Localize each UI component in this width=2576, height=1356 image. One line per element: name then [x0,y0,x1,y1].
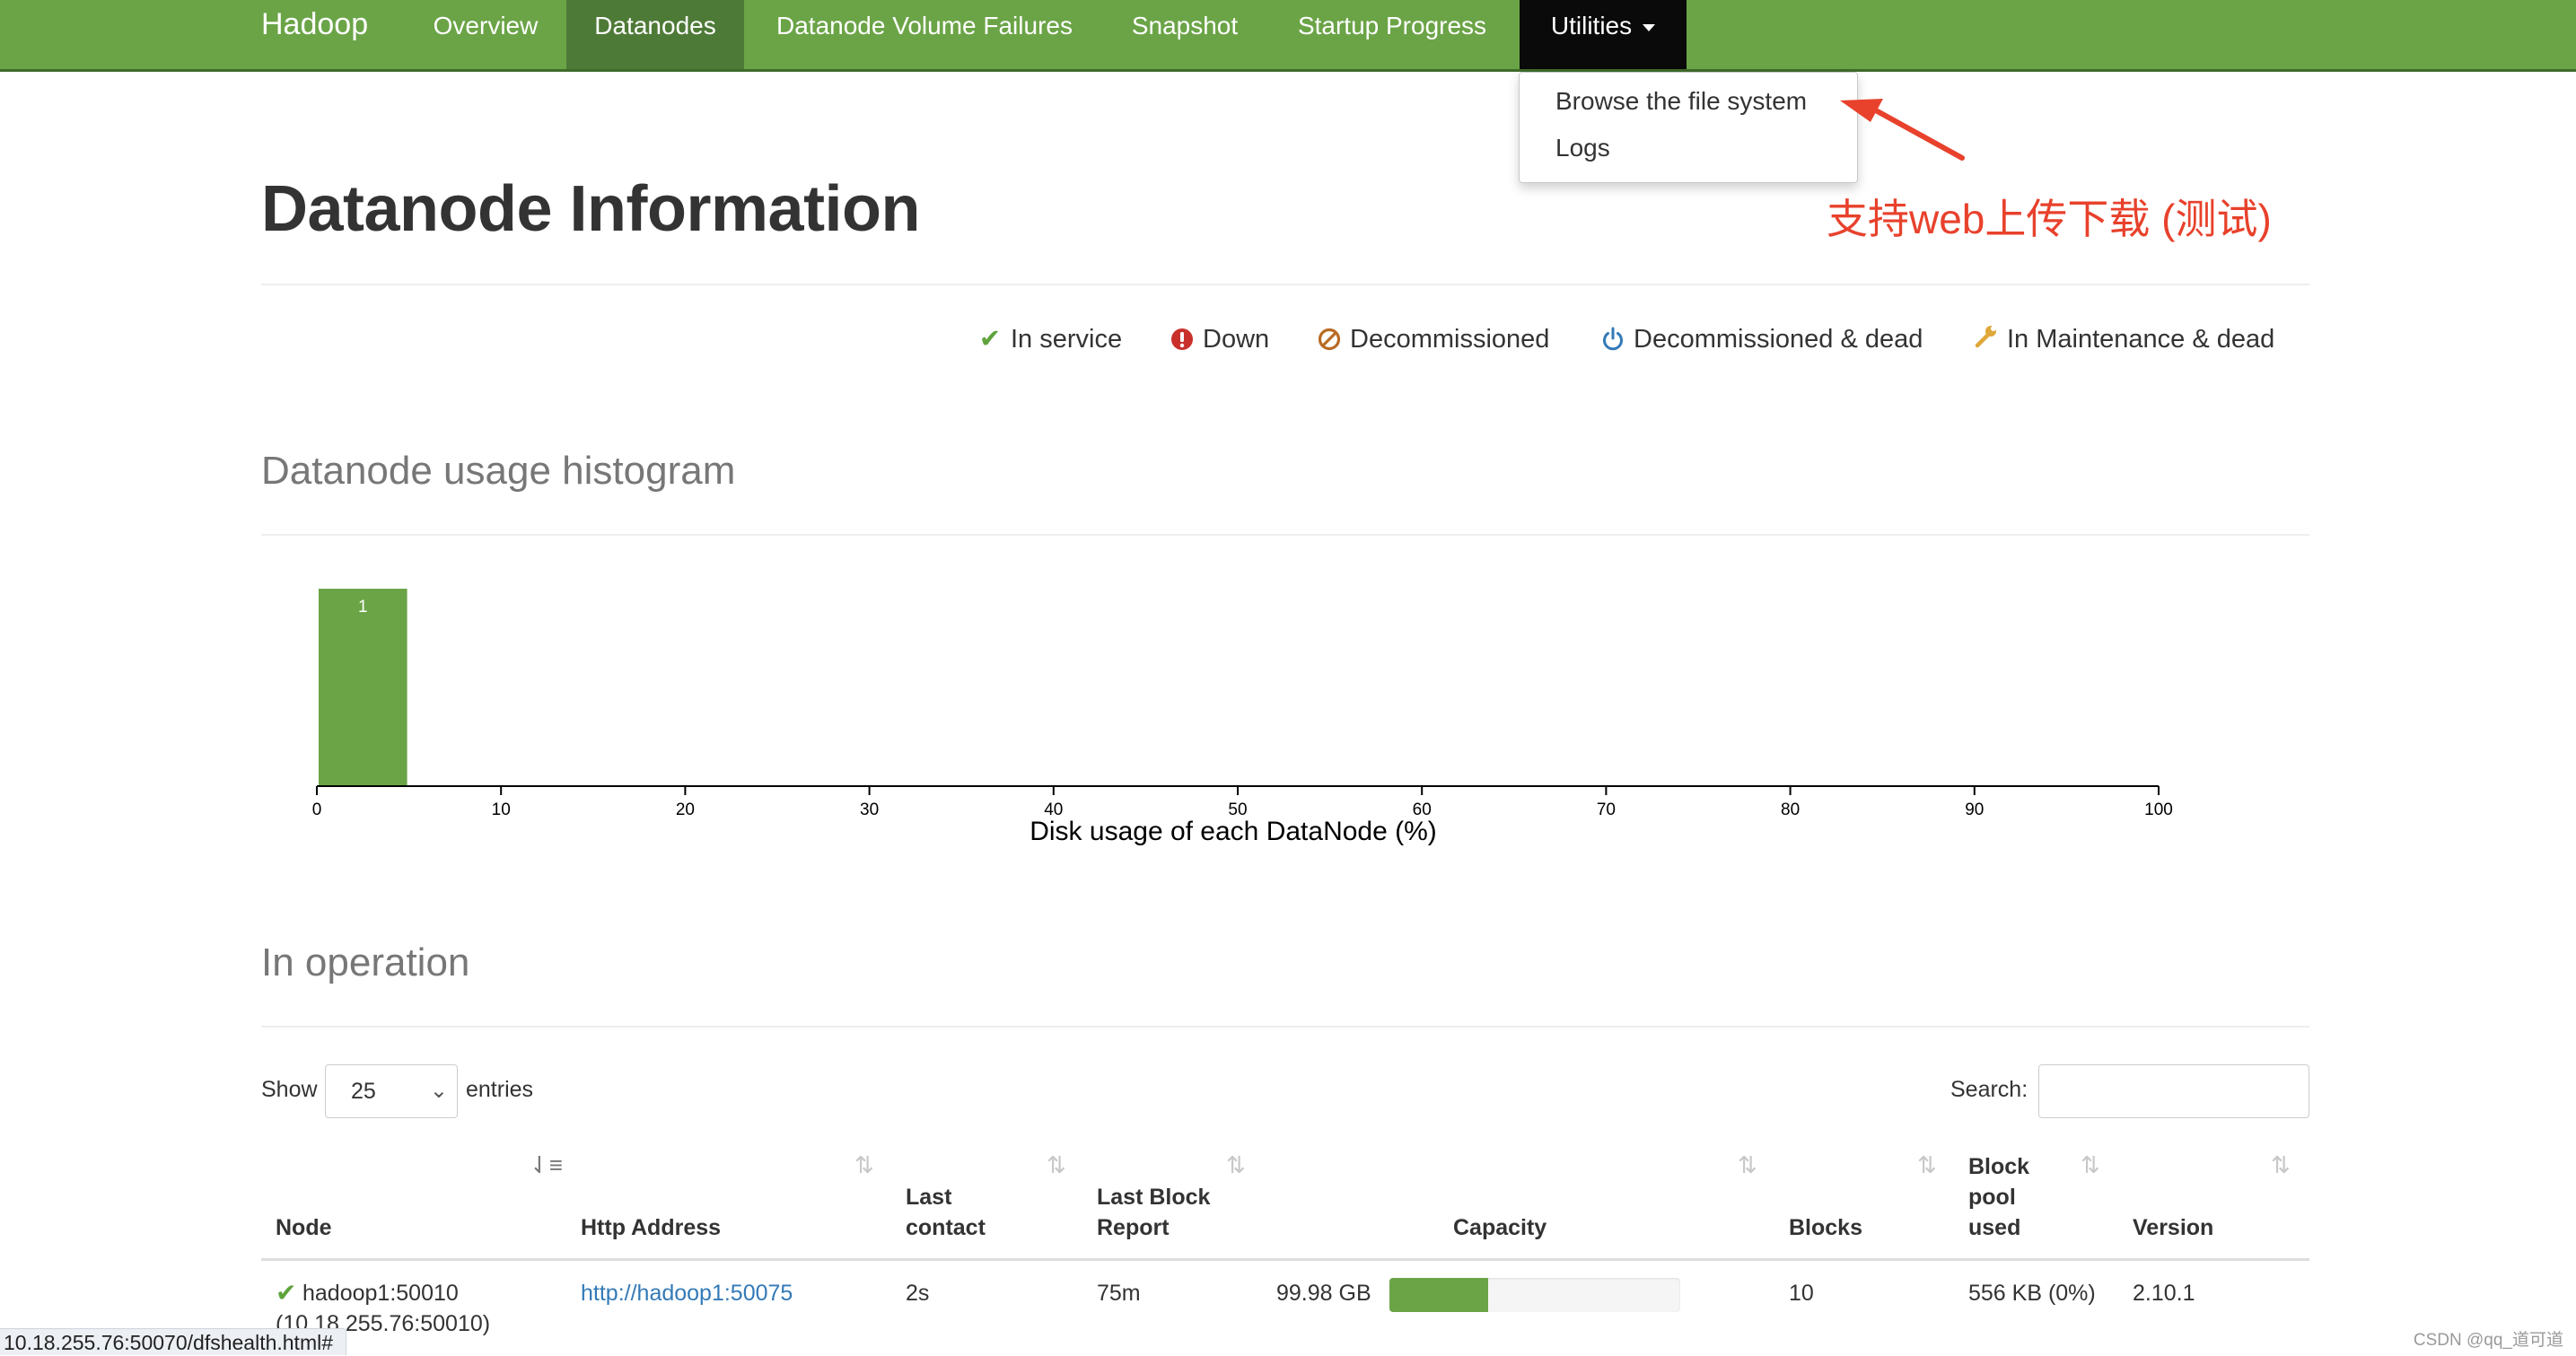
show-label: Show [261,1077,318,1102]
histogram-bar [319,589,407,786]
x-tick-label: 70 [1597,800,1616,819]
x-tick-label: 30 [860,800,879,819]
usage-histogram-chart: 10 10 20 30 40 50 60 70 80 90 100Disk usage of eac… [312,589,2173,846]
x-tick-label: 80 [1781,800,1800,819]
x-tick-label: 90 [1965,800,1984,819]
watermark: CSDN @qq_道可道 [2413,1331,2563,1350]
operation-section-title: In operation [261,940,470,984]
x-tick-label: 100 [2144,800,2173,819]
capacity-progress-fill [1389,1278,1489,1312]
http-address-link[interactable]: http://hadoop1:50075 [581,1281,793,1307]
last-contact-value: 2s [906,1281,930,1306]
in-service-check-icon: ✔ [276,1279,297,1307]
entries-select-value: 25 [351,1079,376,1104]
blocks-value: 10 [1789,1281,1814,1306]
version-value: 2.10.1 [2133,1281,2195,1306]
browser-status-bar-url: 10.18.255.76:50070/dfshealth.html# [0,1328,347,1355]
block-pool-used-value: 556 KB (0%) [1968,1281,2096,1306]
search-label: Search: [1950,1077,2028,1102]
x-tick-label: 0 [312,800,322,819]
column-header-block-pool-used[interactable]: Block pool used [1968,1151,2040,1243]
column-header-last-block-report[interactable]: Last Block Report [1097,1182,1222,1243]
table-header-rule [261,1258,2309,1261]
sort-icon[interactable]: ⇅ [1917,1151,1937,1179]
column-header-node[interactable]: Node [276,1212,332,1243]
column-header-version[interactable]: Version [2133,1212,2213,1243]
sort-icon[interactable]: ⇅ [1738,1151,1757,1179]
x-tick-label: 10 [492,800,511,819]
capacity-value: 99.98 GB [1276,1281,1371,1306]
column-header-last-contact[interactable]: Last contact [906,1182,986,1243]
node-name: hadoop1:50010 [302,1281,459,1306]
capacity-progress-bar [1389,1278,1680,1312]
entries-label: entries [466,1077,534,1102]
chevron-down-icon: ⌄ [429,1079,448,1103]
histogram-bar-label: 1 [358,598,368,617]
sort-icon[interactable]: ⇅ [2081,1151,2100,1179]
column-header-blocks[interactable]: Blocks [1789,1212,1862,1243]
sort-icon[interactable]: ⇅ [1047,1151,1066,1179]
entries-select[interactable]: 25 ⌄ [325,1064,458,1118]
sort-ascending-icon[interactable]: ⇃≡ [530,1151,563,1179]
sort-icon[interactable]: ⇅ [2271,1151,2291,1179]
operation-divider [261,1026,2309,1028]
x-axis-label: Disk usage of each DataNode (%) [1030,817,1437,846]
sort-icon[interactable]: ⇅ [854,1151,874,1179]
column-header-capacity[interactable]: Capacity [1453,1212,1546,1243]
x-tick-label: 20 [676,800,695,819]
search-input[interactable] [2038,1064,2309,1118]
column-header-http-address[interactable]: Http Address [581,1212,721,1243]
sort-icon[interactable]: ⇅ [1226,1151,1246,1179]
last-block-report-value: 75m [1097,1281,1141,1306]
